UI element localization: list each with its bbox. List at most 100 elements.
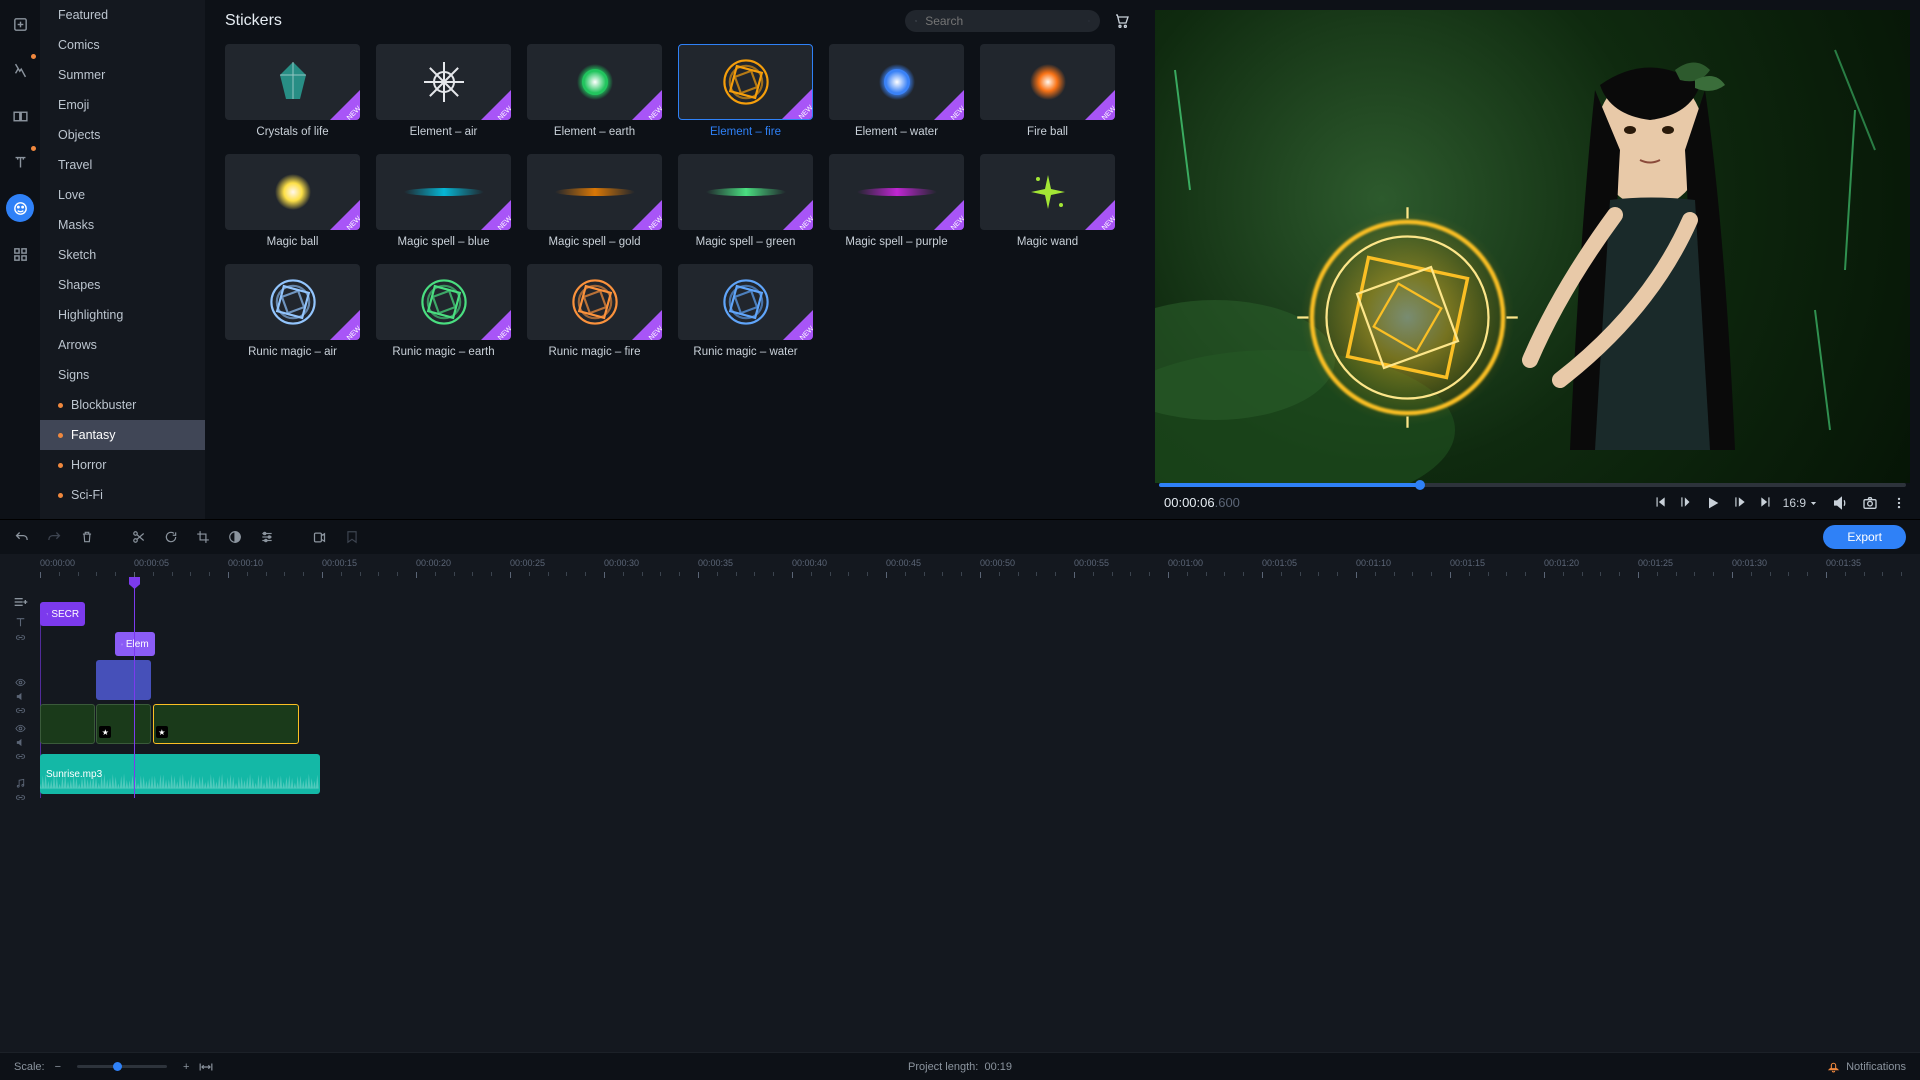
sticker-item[interactable]: Magic spell – purple <box>829 154 964 248</box>
zoom-fit-button[interactable] <box>199 1062 213 1072</box>
transitions-icon[interactable] <box>6 102 34 130</box>
marker-button[interactable] <box>345 530 359 544</box>
stickers-icon[interactable] <box>6 194 34 222</box>
category-item[interactable]: Signs <box>40 360 205 390</box>
timeline-toolbar: Export <box>0 520 1920 554</box>
bell-icon <box>1827 1060 1840 1073</box>
sticker-label: Runic magic – earth <box>376 346 511 358</box>
rotate-button[interactable] <box>164 530 178 544</box>
sticker-item[interactable]: Magic spell – green <box>678 154 813 248</box>
category-label: Love <box>58 188 85 202</box>
volume-icon[interactable] <box>1832 495 1848 511</box>
category-item[interactable]: Love <box>40 180 205 210</box>
sticker-item[interactable]: Element – water <box>829 44 964 138</box>
timeline-ruler[interactable]: 00:00:0000:00:0500:00:1000:00:1500:00:20… <box>40 554 1920 578</box>
sticker-item[interactable]: Element – fire <box>678 44 813 138</box>
search-box[interactable] <box>905 10 1100 32</box>
timeline-track[interactable]: Sunrise.mp3 <box>40 750 1920 798</box>
text-clip[interactable]: SECR <box>40 602 85 626</box>
track-header[interactable] <box>0 614 40 644</box>
category-item[interactable]: Blockbuster <box>40 390 205 420</box>
video-clip[interactable]: ★ <box>153 704 300 744</box>
timeline-track[interactable]: SECR <box>40 598 1920 628</box>
undo-button[interactable] <box>14 530 29 545</box>
zoom-out-button[interactable]: − <box>55 1061 61 1073</box>
sticker-label: Magic spell – blue <box>376 236 511 248</box>
video-clip[interactable] <box>40 704 95 744</box>
sticker-item[interactable]: Runic magic – fire <box>527 264 662 358</box>
step-back-button[interactable] <box>1679 495 1693 509</box>
clip-properties-button[interactable] <box>260 530 274 544</box>
ruler-mark: 00:01:25 <box>1638 558 1673 568</box>
ruler-mark: 00:00:00 <box>40 558 75 568</box>
crop-button[interactable] <box>196 530 210 544</box>
sticker-item[interactable]: Runic magic – earth <box>376 264 511 358</box>
delete-button[interactable] <box>80 530 94 544</box>
track-header[interactable] <box>0 766 40 814</box>
redo-button[interactable] <box>47 530 62 545</box>
step-fwd-button[interactable] <box>1733 495 1747 509</box>
video-clip[interactable]: ★ <box>96 704 151 744</box>
play-button[interactable] <box>1705 495 1721 511</box>
category-label: Comics <box>58 38 100 52</box>
filters-icon[interactable] <box>6 56 34 84</box>
category-item[interactable]: Objects <box>40 120 205 150</box>
track-header[interactable] <box>0 674 40 718</box>
track-header[interactable] <box>0 644 40 674</box>
category-item[interactable]: Summer <box>40 60 205 90</box>
category-item[interactable]: Sci-Fi <box>40 480 205 510</box>
add-track-button[interactable] <box>12 594 28 610</box>
category-item[interactable]: Emoji <box>40 90 205 120</box>
notifications-button[interactable]: Notifications <box>1827 1060 1906 1073</box>
sticker-item[interactable]: Magic spell – gold <box>527 154 662 248</box>
category-item[interactable]: Comics <box>40 30 205 60</box>
zoom-in-button[interactable]: + <box>183 1061 189 1073</box>
color-adjust-button[interactable] <box>228 530 242 544</box>
category-item[interactable]: Featured <box>40 0 205 30</box>
sticker-item[interactable]: Element – air <box>376 44 511 138</box>
category-item[interactable]: Travel <box>40 150 205 180</box>
timeline-track[interactable]: Elem <box>40 628 1920 658</box>
track-header[interactable] <box>0 718 40 766</box>
category-item[interactable]: Fantasy <box>40 420 205 450</box>
sticker-item[interactable]: Crystals of life <box>225 44 360 138</box>
category-item[interactable]: Horror <box>40 450 205 480</box>
media-icon[interactable] <box>6 10 34 38</box>
aspect-ratio-select[interactable]: 16:9 <box>1783 496 1818 510</box>
sticker-item[interactable]: Runic magic – water <box>678 264 813 358</box>
split-button[interactable] <box>132 530 146 544</box>
more-icon[interactable] <box>1892 496 1906 510</box>
record-vo-button[interactable] <box>312 530 327 545</box>
preview-scrubber[interactable] <box>1159 483 1906 487</box>
export-button[interactable]: Export <box>1823 525 1906 549</box>
overlay-clip[interactable] <box>96 660 151 700</box>
more-icon[interactable] <box>6 240 34 268</box>
timeline-track[interactable] <box>40 658 1920 702</box>
category-item[interactable]: Highlighting <box>40 300 205 330</box>
sticker-item[interactable]: Runic magic – air <box>225 264 360 358</box>
titles-icon[interactable] <box>6 148 34 176</box>
next-clip-button[interactable] <box>1759 495 1773 509</box>
search-icon <box>915 15 917 27</box>
sticker-label: Runic magic – water <box>678 346 813 358</box>
category-item[interactable]: Arrows <box>40 330 205 360</box>
snapshot-icon[interactable] <box>1862 495 1878 511</box>
sticker-item[interactable]: Element – earth <box>527 44 662 138</box>
audio-clip[interactable]: Sunrise.mp3 <box>40 754 320 794</box>
category-item[interactable]: Masks <box>40 210 205 240</box>
category-item[interactable]: Sketch <box>40 240 205 270</box>
timeline-track[interactable] <box>40 578 1920 598</box>
cart-icon[interactable] <box>1114 13 1130 29</box>
sticker-item[interactable]: Fire ball <box>980 44 1115 138</box>
category-item[interactable]: Shapes <box>40 270 205 300</box>
search-input[interactable] <box>925 14 1080 28</box>
clear-icon[interactable] <box>1088 16 1090 26</box>
timeline-track[interactable]: ★★ <box>40 702 1920 750</box>
prev-clip-button[interactable] <box>1653 495 1667 509</box>
sticker-item[interactable]: Magic wand <box>980 154 1115 248</box>
sticker-item[interactable]: Magic spell – blue <box>376 154 511 248</box>
preview-canvas[interactable] <box>1155 10 1910 483</box>
sticker-item[interactable]: Magic ball <box>225 154 360 248</box>
category-label: Arrows <box>58 338 97 352</box>
scale-slider[interactable] <box>77 1065 167 1068</box>
